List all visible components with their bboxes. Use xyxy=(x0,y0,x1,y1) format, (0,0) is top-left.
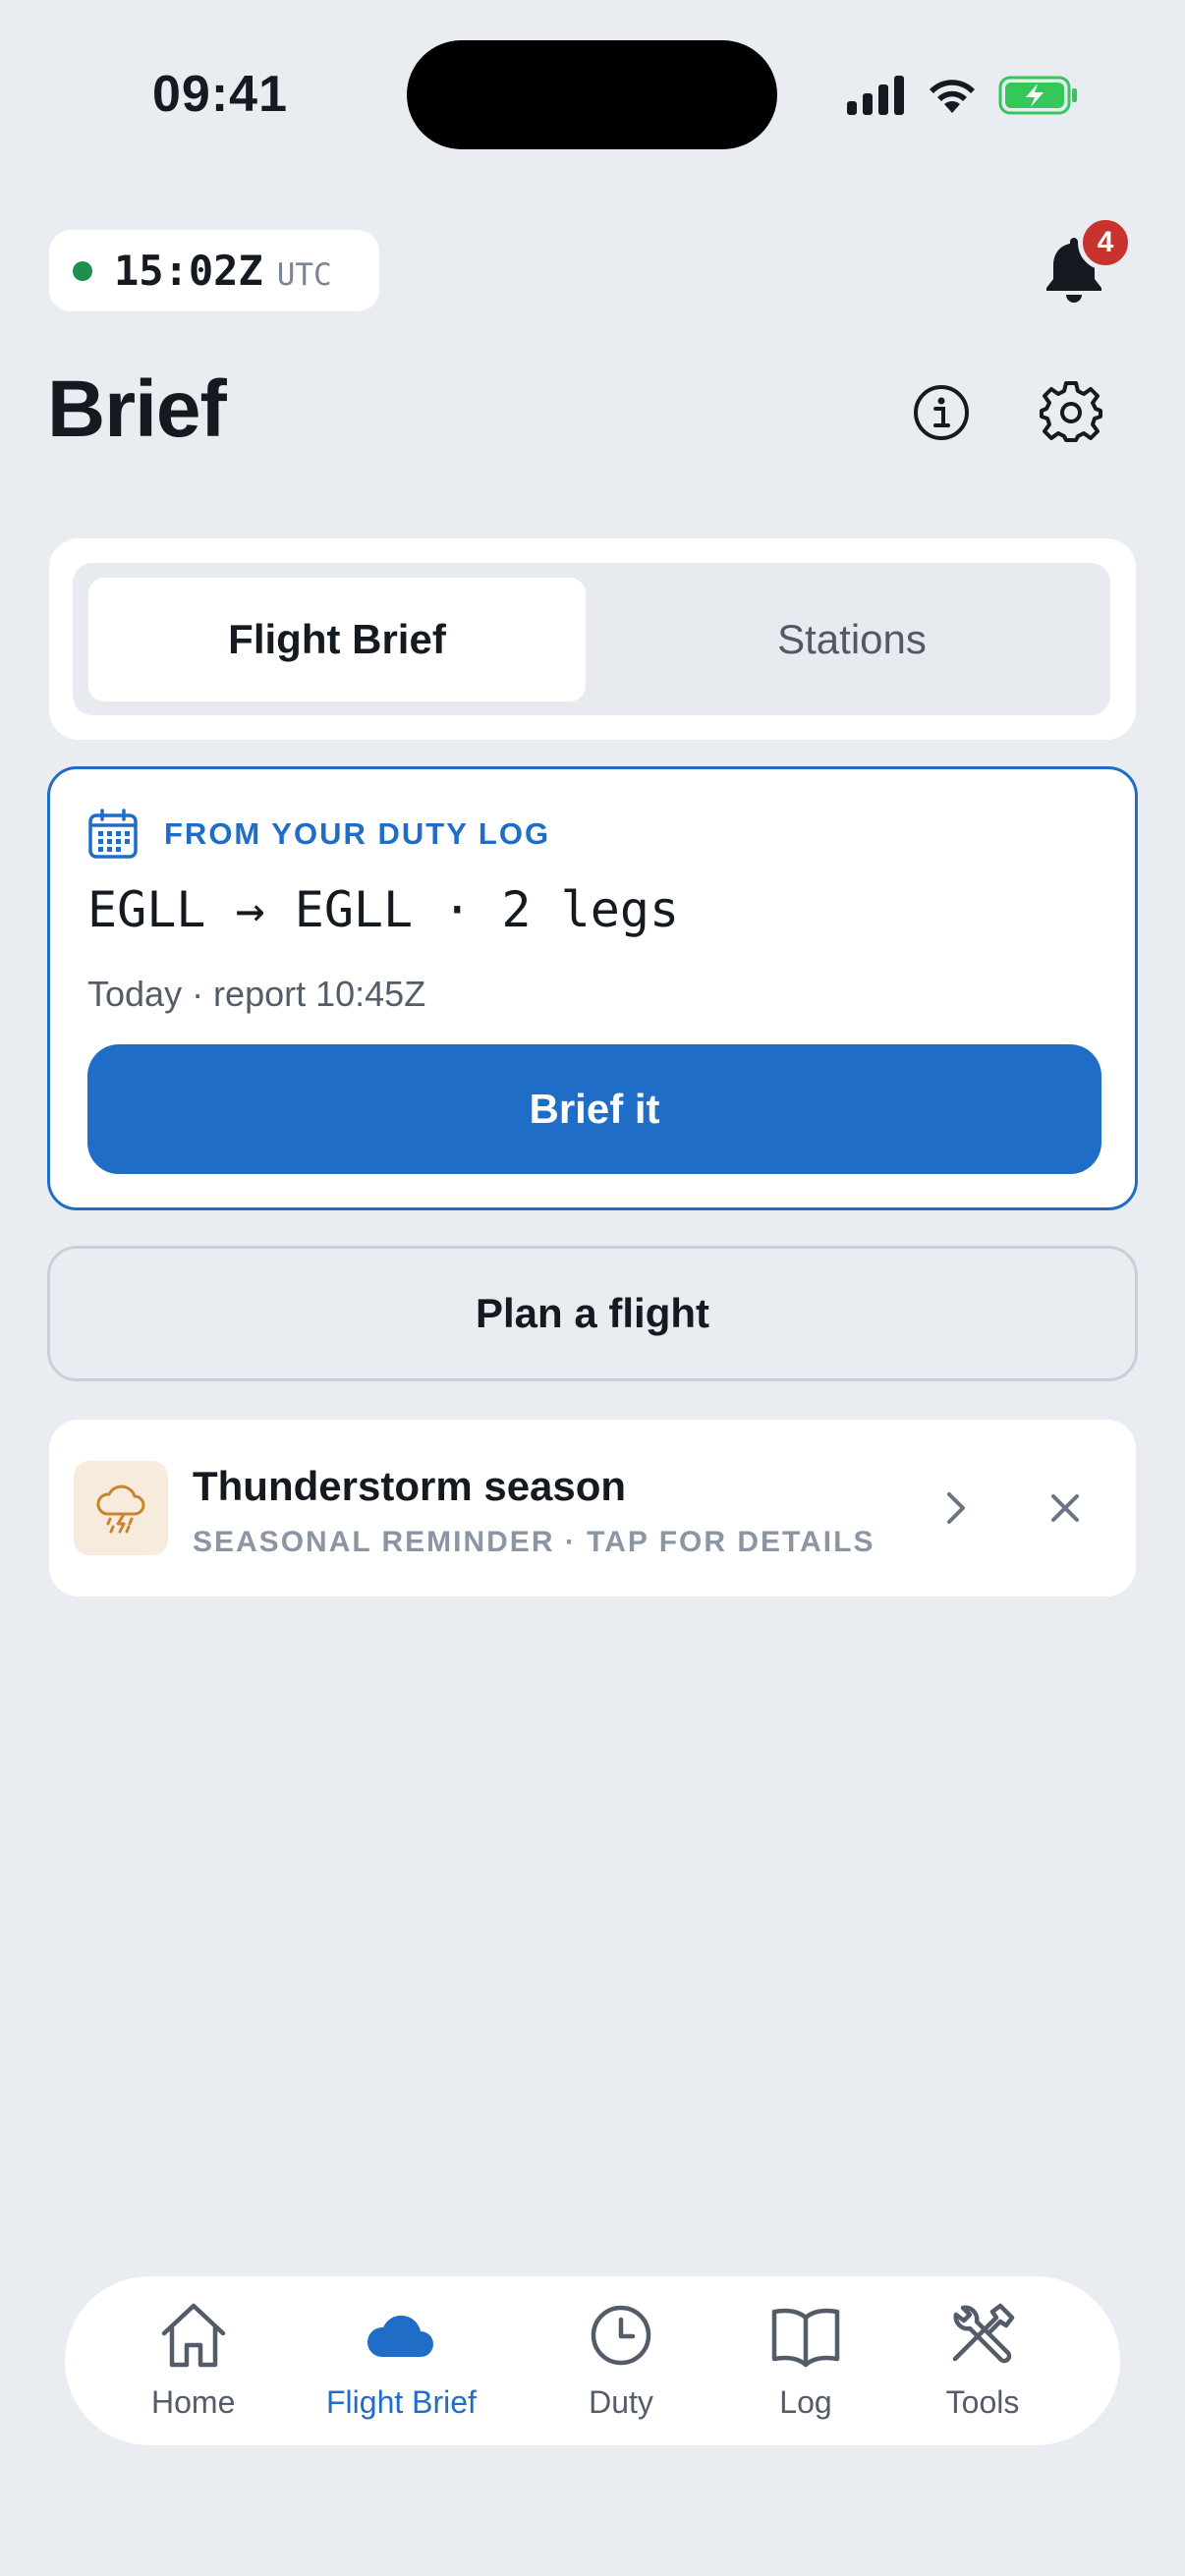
live-status-dot xyxy=(73,260,92,281)
tools-icon xyxy=(952,2303,1015,2364)
thunderstorm-icon xyxy=(96,1484,145,1534)
tab-duty[interactable]: Duty xyxy=(584,2298,658,2421)
duty-card-header: FROM YOUR DUTY LOG xyxy=(87,809,550,860)
gear-icon[interactable] xyxy=(1040,381,1102,444)
mode-selector-card: Flight Brief Stations xyxy=(49,538,1136,740)
reminder-title: Thunderstorm season xyxy=(193,1463,627,1509)
status-icons xyxy=(847,75,1079,116)
tab-flight-brief-nav[interactable]: Flight Brief xyxy=(326,2298,477,2421)
dynamic-island xyxy=(407,40,777,149)
tab-log[interactable]: Log xyxy=(768,2298,843,2421)
plan-flight-button[interactable]: Plan a flight xyxy=(47,1246,1138,1381)
duty-route: EGLL → EGLL · 2 legs xyxy=(87,881,680,938)
tab-home[interactable]: Home xyxy=(151,2298,235,2421)
bottom-tab-bar: Home Flight Brief Duty Log Tools xyxy=(65,2276,1120,2445)
status-time: 09:41 xyxy=(152,66,288,123)
utc-time: 15:02Z xyxy=(114,247,263,295)
notification-badge: 4 xyxy=(1078,215,1133,270)
tab-label: Log xyxy=(779,2384,832,2420)
duty-report-time: Today · report 10:45Z xyxy=(87,974,426,1014)
tab-label: Flight Brief xyxy=(326,2384,477,2420)
duty-card-label: FROM YOUR DUTY LOG xyxy=(164,816,551,851)
segmented-control: Flight Brief Stations xyxy=(73,563,1110,715)
tab-label: Tools xyxy=(945,2384,1020,2420)
battery-charging-icon xyxy=(998,76,1077,115)
reminder-subtitle: SEASONAL REMINDER · TAP FOR DETAILS xyxy=(193,1526,875,1558)
duty-log-card: FROM YOUR DUTY LOG EGLL → EGLL · 2 legs … xyxy=(47,766,1138,1210)
utc-clock-pill: 15:02Z UTC xyxy=(49,230,379,311)
page-title: Brief xyxy=(47,364,227,454)
info-icon[interactable] xyxy=(912,383,971,442)
tab-label: Duty xyxy=(589,2384,653,2420)
tab-flight-brief[interactable]: Flight Brief xyxy=(88,578,586,701)
cellular-signal-icon xyxy=(847,76,904,115)
cloud-icon xyxy=(367,2315,434,2357)
close-icon[interactable] xyxy=(1042,1484,1089,1532)
tab-tools[interactable]: Tools xyxy=(945,2298,1020,2421)
chevron-right-icon[interactable] xyxy=(931,1484,979,1532)
book-icon xyxy=(771,2308,840,2368)
tab-stations[interactable]: Stations xyxy=(603,578,1100,701)
seasonal-reminder-card[interactable]: Thunderstorm season SEASONAL REMINDER · … xyxy=(49,1420,1136,1596)
calendar-icon xyxy=(88,809,138,859)
wifi-icon xyxy=(930,80,975,113)
tab-label: Home xyxy=(151,2384,236,2420)
reminder-icon-box xyxy=(74,1461,168,1555)
brief-it-button[interactable]: Brief it xyxy=(87,1044,1101,1174)
home-icon xyxy=(161,2303,225,2368)
utc-label: UTC xyxy=(276,256,332,293)
clock-icon xyxy=(591,2305,651,2366)
